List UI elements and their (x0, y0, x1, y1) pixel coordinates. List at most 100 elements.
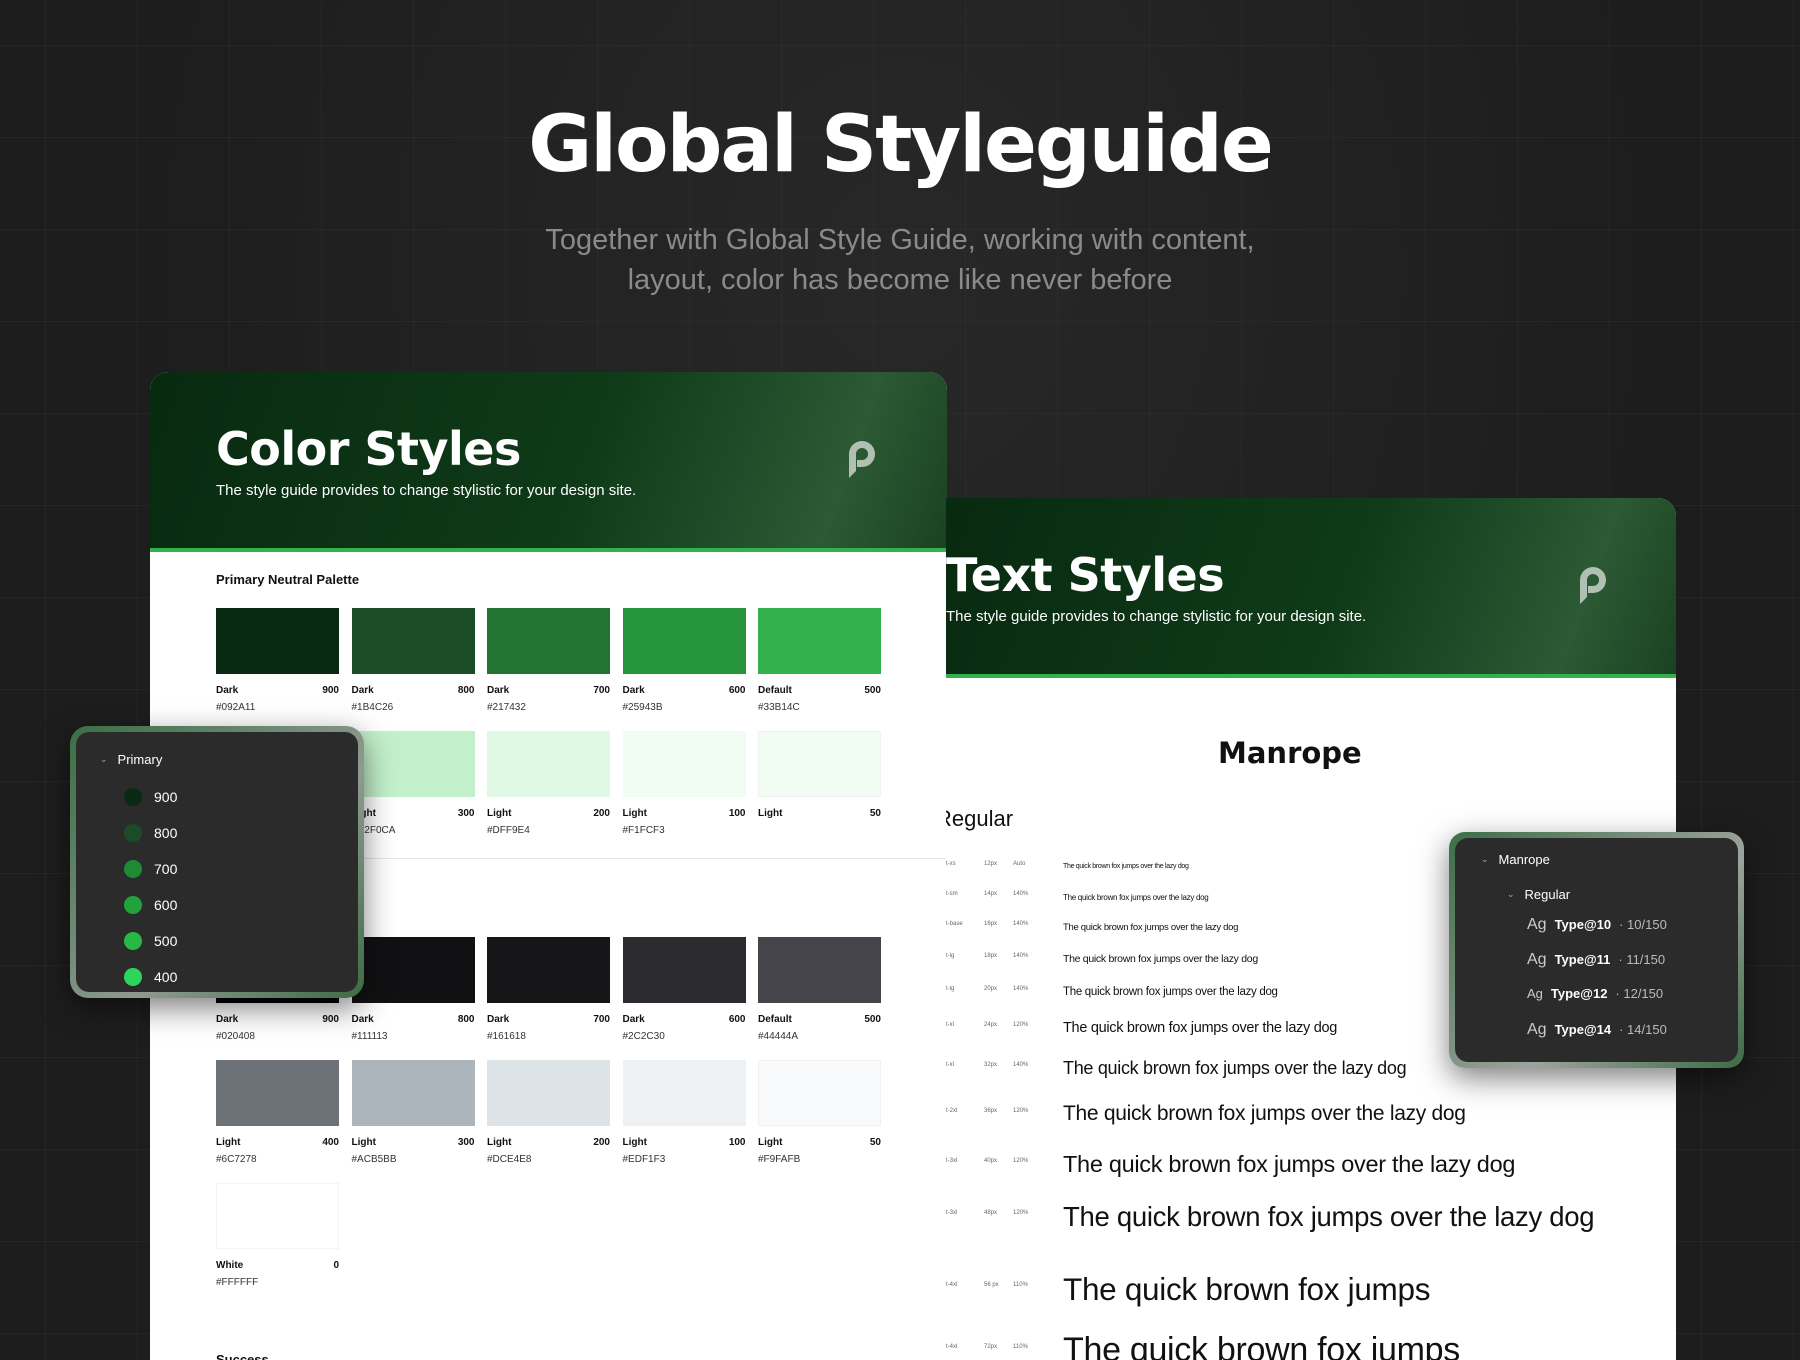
swatch-chip[interactable] (216, 1060, 339, 1126)
swatch-chip[interactable] (622, 937, 746, 1003)
color-swatch[interactable]: Light 200 #DCE4E8 (487, 1060, 610, 1165)
type-size: 40px (984, 1158, 998, 1164)
swatch-label-row: Light300 (352, 808, 475, 819)
type-style-size: · 14/150 (1619, 1022, 1667, 1037)
color-swatch[interactable]: Light 50 (758, 731, 881, 825)
swatch-chip[interactable] (622, 1060, 746, 1126)
page-title: Global Styleguide (528, 100, 1274, 190)
manrope-group-header[interactable]: ⌄ Manrope (1481, 852, 1550, 867)
color-card-subtitle: The style guide provides to change styli… (216, 482, 637, 499)
swatch-chip[interactable] (622, 608, 746, 674)
swatch-hex: #FFFFFF (216, 1277, 259, 1288)
type-size: 24px (984, 1022, 998, 1028)
swatch-level: 0 (333, 1260, 339, 1271)
type-style-name: Type@12 (1550, 986, 1608, 1001)
swatch-level: 50 (869, 1137, 881, 1148)
type-sample-text: The quick brown fox jumps over the lazy … (1063, 863, 1189, 871)
swatch-chip[interactable] (216, 608, 339, 674)
font-weight-name: Regular (946, 806, 1014, 831)
swatch-chip[interactable] (351, 937, 475, 1003)
primary-color-item[interactable]: 900 (124, 788, 177, 806)
color-swatch[interactable]: Light 400 #6C7278 (216, 1060, 339, 1165)
primary-group-header[interactable]: ⌄ Primary (100, 752, 162, 767)
color-swatch[interactable]: Dark 600 #2C2C30 (622, 937, 746, 1042)
swatch-chip[interactable] (622, 731, 746, 797)
color-swatch[interactable]: Light 100 #F1FCF3 (622, 731, 746, 836)
color-swatch[interactable]: Dark 900 #092A11 (216, 608, 339, 713)
swatch-chip[interactable] (351, 731, 475, 797)
ag-icon: Ag (1527, 916, 1547, 933)
swatch-chip[interactable] (487, 608, 610, 674)
type-style-size: · 11/150 (1618, 952, 1666, 967)
color-swatch[interactable]: Dark 800 #111113 (351, 937, 475, 1042)
swatch-label-row: Dark 900 (216, 1014, 339, 1025)
color-swatch[interactable]: Default 500 #33B14C (758, 608, 881, 713)
color-dot (124, 968, 142, 986)
swatch-hex: #2C2C30 (622, 1031, 665, 1042)
primary-color-label: 400 (154, 969, 178, 985)
swatch-chip[interactable] (758, 937, 881, 1003)
primary-color-label: 800 (154, 825, 178, 841)
color-swatch[interactable]: Dark 700 #217432 (487, 608, 610, 713)
color-swatch[interactable]: Dark 600 #25943B (622, 608, 746, 713)
swatch-chip[interactable] (758, 608, 881, 674)
swatch-hex: #DCE4E8 (487, 1154, 532, 1165)
type-line-height: 120% (1013, 1158, 1029, 1164)
color-swatch[interactable]: Dark 700 #161618 (487, 937, 610, 1042)
color-swatch[interactable]: Light 100 #EDF1F3 (622, 1060, 746, 1165)
primary-color-item[interactable]: 700 (124, 860, 177, 878)
color-swatch[interactable]: Light 200 #DFF9E4 (487, 731, 610, 836)
primary-color-item[interactable]: 400 (124, 968, 177, 986)
type-token: t-xl (946, 1022, 954, 1028)
color-swatch[interactable]: Default 500 #44444A (758, 937, 881, 1042)
color-swatch[interactable]: Dark 800 #1B4C26 (351, 608, 475, 713)
text-card-title: Text Styles (946, 548, 1225, 602)
swatch-chip[interactable] (216, 1183, 339, 1249)
primary-color-item[interactable]: 600 (124, 896, 177, 914)
primary-color-item[interactable]: 800 (124, 824, 177, 842)
type-style-item[interactable]: Ag Type@14 · 14/150 (1527, 1021, 1667, 1039)
type-size: 12px (984, 861, 998, 867)
swatch-level: 900 (322, 685, 339, 696)
swatch-chip[interactable] (351, 608, 475, 674)
swatch-chip[interactable] (351, 1060, 475, 1126)
swatch-chip[interactable] (487, 1060, 610, 1126)
swatch-chip[interactable] (487, 731, 610, 797)
primary-color-item[interactable]: 500 (124, 932, 177, 950)
color-swatch[interactable]: Light 300 #ACB5BB (351, 1060, 475, 1165)
swatch-level: 500 (864, 1014, 881, 1025)
swatch-name: Light (487, 1137, 512, 1148)
swatch-level: 300 (457, 1137, 475, 1148)
swatch-hex: #44444A (758, 1031, 799, 1042)
swatch-level: 600 (728, 1014, 746, 1025)
type-style-size: · 12/150 (1615, 986, 1664, 1001)
type-line-height: 140% (1013, 921, 1029, 927)
swatch-chip[interactable] (758, 1060, 881, 1126)
swatch-chip[interactable] (487, 937, 610, 1003)
color-swatch[interactable]: Light 50 #F9FAFB (758, 1060, 881, 1165)
swatch-level: 200 (593, 1137, 610, 1148)
color-swatch-white[interactable]: White 0 #FFFFFF (216, 1183, 339, 1288)
type-style-item[interactable]: Ag Type@10 · 10/150 (1527, 916, 1667, 934)
swatch-name: Light (758, 808, 783, 819)
swatch-chip[interactable] (758, 731, 881, 797)
type-line-height: 140% (1013, 953, 1029, 959)
swatch-name: Light (758, 1137, 783, 1148)
type-sample-text: The quick brown fox jumps over the lazy … (1063, 1020, 1338, 1037)
type-style-name: Type@11 (1554, 952, 1611, 967)
swatch-label-row: Light 100 (623, 1137, 746, 1148)
type-line-height: 140% (1013, 986, 1029, 992)
regular-group-header[interactable]: ⌄ Regular (1507, 887, 1570, 902)
color-dot (124, 824, 142, 842)
type-size: 14px (984, 891, 998, 897)
swatch-name: Light (487, 808, 512, 819)
type-style-item[interactable]: Ag Type@12 · 12/150 (1527, 986, 1663, 1001)
swatch-name: Dark (351, 685, 374, 696)
swatch-hex: #020408 (216, 1031, 255, 1042)
swatch-label-row: Light 50 (758, 1137, 881, 1148)
type-style-name: Type@14 (1554, 1022, 1612, 1037)
type-style-item[interactable]: Ag Type@11 · 11/150 (1527, 951, 1665, 969)
type-token: t-lg (946, 953, 955, 959)
color-swatch[interactable]: Light300 #C2F0CA (351, 731, 475, 836)
type-sample-text: The quick brown fox jumps over the lazy … (1063, 1058, 1407, 1079)
